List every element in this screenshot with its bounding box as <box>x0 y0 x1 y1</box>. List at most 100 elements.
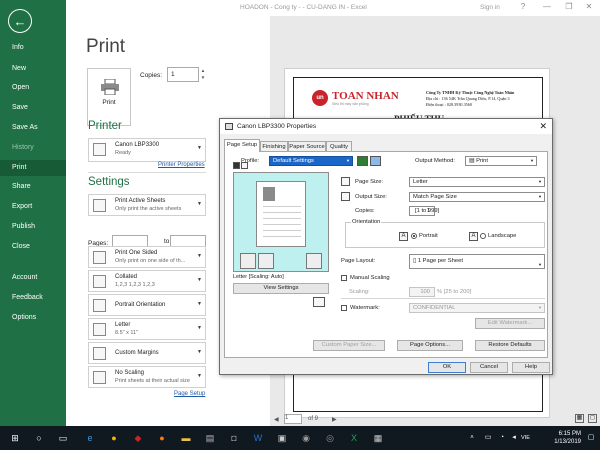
zoom-to-page-icon[interactable]: ◻ <box>588 414 597 423</box>
page-size-dropdown[interactable]: Letter ▼ <box>409 177 545 187</box>
sidebar-item-share[interactable]: Share <box>0 179 66 195</box>
app-icon[interactable]: ▣ <box>276 432 288 444</box>
excel-icon[interactable]: X <box>348 432 360 444</box>
landscape-radio[interactable] <box>480 233 486 239</box>
app-icon[interactable]: ◆ <box>132 432 144 444</box>
output-method-dropdown[interactable]: ▤ Print ▼ <box>465 156 537 166</box>
page-options-button[interactable]: Page Options... <box>397 340 463 351</box>
view-toggle-icon[interactable] <box>233 162 240 169</box>
scaling-input[interactable]: 100 <box>409 287 435 297</box>
help-button[interactable]: Help <box>512 362 550 373</box>
notifications-icon[interactable]: ▢ <box>585 432 597 444</box>
print-what-dropdown[interactable]: Print Active Sheets Only print the activ… <box>88 194 206 216</box>
sidebar-item-export[interactable]: Export <box>0 199 66 215</box>
restore-defaults-button[interactable]: Restore Defaults <box>475 340 545 351</box>
paper-size-dropdown[interactable]: Letter 8.5" x 11" ▼ <box>88 318 206 340</box>
one-sided-icon <box>93 251 106 264</box>
sides-dropdown[interactable]: Print One Sided Only print on one side o… <box>88 246 206 268</box>
volume-icon[interactable]: ◂ <box>508 432 520 444</box>
sidebar-item-options[interactable]: Options <box>0 310 66 326</box>
portrait-radio[interactable] <box>411 233 417 239</box>
profile-dropdown[interactable]: Default Settings ▼ <box>269 156 353 166</box>
task-view-icon[interactable]: ▭ <box>57 432 69 444</box>
page-setup-link[interactable]: Page Setup <box>174 391 205 397</box>
pages-to-label: to <box>164 238 170 245</box>
sidebar-item-print[interactable]: Print <box>0 160 66 176</box>
sidebar-item-feedback[interactable]: Feedback <box>0 290 66 306</box>
printer-section-title: Printer <box>88 120 122 132</box>
start-button[interactable]: ⊞ <box>9 432 21 444</box>
clock-time: 6:15 PM <box>558 431 581 437</box>
store-icon[interactable]: ▤ <box>204 432 216 444</box>
clock[interactable]: 6:15 PM 1/13/2019 <box>541 430 581 446</box>
app-icon[interactable]: ◉ <box>300 432 312 444</box>
cancel-button[interactable]: Cancel <box>470 362 508 373</box>
copies-spinner[interactable]: ▲ ▼ <box>199 67 207 82</box>
edit-profile-icon[interactable] <box>370 156 381 166</box>
app-icon[interactable]: ▦ <box>372 432 384 444</box>
manual-scaling-checkbox[interactable] <box>341 275 347 281</box>
sidebar-item-account[interactable]: Account <box>0 270 66 286</box>
chevron-down-icon: ▼ <box>197 145 202 151</box>
printer-dropdown[interactable]: Canon LBP3300 Ready ▼ <box>88 138 206 162</box>
print-button[interactable]: Print <box>87 68 131 126</box>
back-button[interactable]: ← <box>8 9 32 33</box>
sheets-icon <box>93 199 106 212</box>
network-icon[interactable]: ◔ <box>496 432 508 444</box>
sign-in-link[interactable]: Sign in <box>480 4 500 11</box>
sidebar-item-info[interactable]: Info <box>0 40 66 56</box>
sidebar-item-close[interactable]: Close <box>0 239 66 255</box>
scaling-dropdown[interactable]: No Scaling Print sheets at their actual … <box>88 366 206 388</box>
company-phone: Điện thoại : 028.3930.3560 <box>426 102 472 107</box>
app-icon[interactable]: ◎ <box>324 432 336 444</box>
battery-icon[interactable]: ▭ <box>482 432 494 444</box>
chevron-down-icon: ▼ <box>197 349 202 355</box>
file-explorer-icon[interactable]: ▬ <box>180 432 192 444</box>
orientation-dropdown[interactable]: Portrait Orientation ▼ <box>88 294 206 316</box>
chrome-icon[interactable]: ● <box>108 432 120 444</box>
custom-paper-size-button[interactable]: Custom Paper Size... <box>313 340 385 351</box>
watermark-checkbox[interactable] <box>341 305 347 311</box>
printer-properties-link[interactable]: Printer Properties <box>158 162 205 168</box>
language-indicator[interactable]: VIE <box>521 435 530 441</box>
previous-page-button[interactable]: ◀ <box>274 416 279 423</box>
page-size-value: Letter <box>413 179 428 185</box>
sidebar-item-save-as[interactable]: Save As <box>0 120 66 136</box>
sidebar-item-history[interactable]: History <box>0 140 66 156</box>
watermark-dropdown[interactable]: CONFIDENTIAL ▼ <box>409 303 545 313</box>
document-icon <box>263 187 275 201</box>
sidebar-item-new[interactable]: New <box>0 61 66 77</box>
sidebar-item-open[interactable]: Open <box>0 80 66 96</box>
minimize-button[interactable]: — <box>540 2 554 14</box>
sidebar-item-save[interactable]: Save <box>0 100 66 116</box>
tab-page-setup[interactable]: Page Setup <box>224 139 260 152</box>
layout-toggle-icon[interactable] <box>240 253 256 269</box>
view-settings-button[interactable]: View Settings <box>233 283 329 294</box>
search-icon[interactable]: ○ <box>33 432 45 444</box>
magnify-icon[interactable] <box>313 297 325 307</box>
copies-input[interactable]: 1 <box>167 67 199 82</box>
help-button[interactable]: ? <box>516 2 530 14</box>
word-icon[interactable]: W <box>252 432 264 444</box>
current-page-input[interactable]: 1 <box>284 414 302 424</box>
page-layout-dropdown[interactable]: ▯ 1 Page per Sheet ▼ <box>409 254 545 269</box>
show-margins-icon[interactable]: ▦ <box>575 414 584 423</box>
sidebar-item-publish[interactable]: Publish <box>0 219 66 235</box>
collation-dropdown[interactable]: Collated 1,2,3 1,2,3 1,2,3 ▼ <box>88 270 206 292</box>
margins-dropdown[interactable]: Custom Margins ▼ <box>88 342 206 364</box>
ok-button[interactable]: OK <box>428 362 466 373</box>
app-icon[interactable]: ◘ <box>228 432 240 444</box>
page-toggle-icon[interactable] <box>258 253 274 269</box>
view-toggle-icon[interactable] <box>241 162 248 169</box>
add-profile-icon[interactable] <box>357 156 368 166</box>
chevron-up-icon[interactable]: ˄ <box>466 432 478 444</box>
dialog-close-button[interactable]: ✕ <box>539 121 547 132</box>
printer-view-icon[interactable] <box>306 253 322 269</box>
next-page-button[interactable]: ▶ <box>332 416 337 423</box>
firefox-icon[interactable]: ● <box>156 432 168 444</box>
restore-button[interactable]: ❐ <box>562 2 576 14</box>
output-size-dropdown[interactable]: Match Page Size ▼ <box>409 192 545 202</box>
edge-icon[interactable]: e <box>84 432 96 444</box>
close-window-button[interactable]: ✕ <box>582 2 596 14</box>
edit-watermark-button[interactable]: Edit Watermark... <box>475 318 545 329</box>
